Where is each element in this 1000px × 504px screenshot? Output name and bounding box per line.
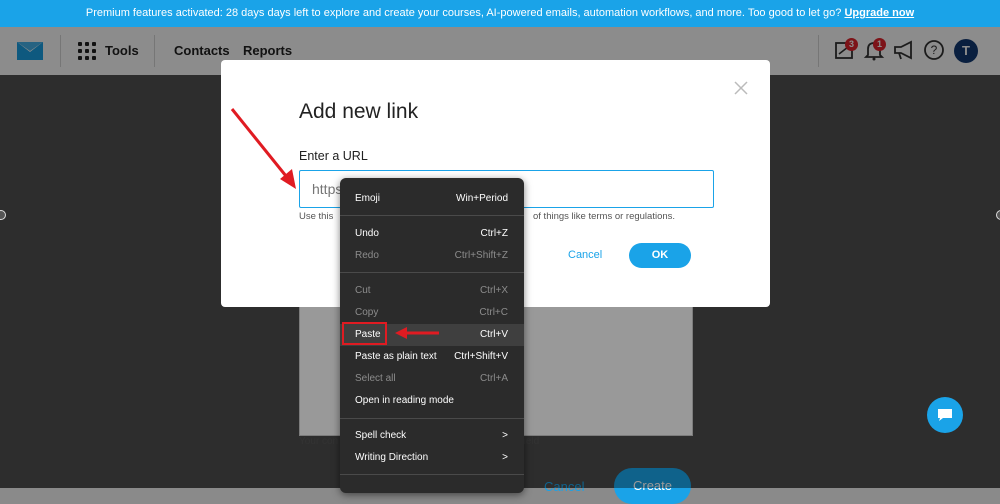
right-edge-handle[interactable] [996, 210, 1000, 220]
menu-item-copy: Copy Ctrl+C [355, 307, 508, 318]
menu-item-writing-direction[interactable]: Writing Direction > [340, 447, 524, 469]
annotation-arrow-icon [395, 327, 439, 339]
menu-separator [340, 418, 524, 419]
paste-highlight-box [342, 322, 387, 345]
menu-item-redo: Redo Ctrl+Shift+Z [355, 250, 508, 261]
menu-item-spell-check[interactable]: Spell check > [340, 425, 524, 447]
menu-item-select-all: Select all Ctrl+A [355, 373, 508, 384]
premium-banner: Premium features activated: 28 days days… [0, 0, 1000, 27]
banner-text: Premium features activated: 28 days days… [85, 7, 842, 19]
menu-item-undo[interactable]: Undo Ctrl+Z [340, 223, 524, 245]
chat-icon [938, 409, 952, 421]
menu-item-reading-mode[interactable]: Open in reading mode [340, 390, 524, 412]
ok-button[interactable]: OK [629, 243, 691, 268]
cancel-button[interactable]: Cancel [568, 249, 602, 261]
menu-separator [340, 272, 524, 273]
menu-separator [340, 474, 524, 475]
menu-item-cut: Cut Ctrl+X [355, 285, 508, 296]
chat-button[interactable] [927, 397, 963, 433]
close-icon[interactable] [731, 78, 751, 98]
menu-separator [340, 215, 524, 216]
upgrade-now-link[interactable]: Upgrade now [844, 7, 914, 19]
annotation-arrow-icon [230, 108, 296, 189]
modal-title: Add new link [299, 100, 419, 123]
menu-item-paste-plain[interactable]: Paste as plain text Ctrl+Shift+V [340, 346, 524, 368]
menu-item-emoji[interactable]: Emoji Win+Period [340, 188, 524, 210]
url-field-label: Enter a URL [299, 149, 368, 163]
